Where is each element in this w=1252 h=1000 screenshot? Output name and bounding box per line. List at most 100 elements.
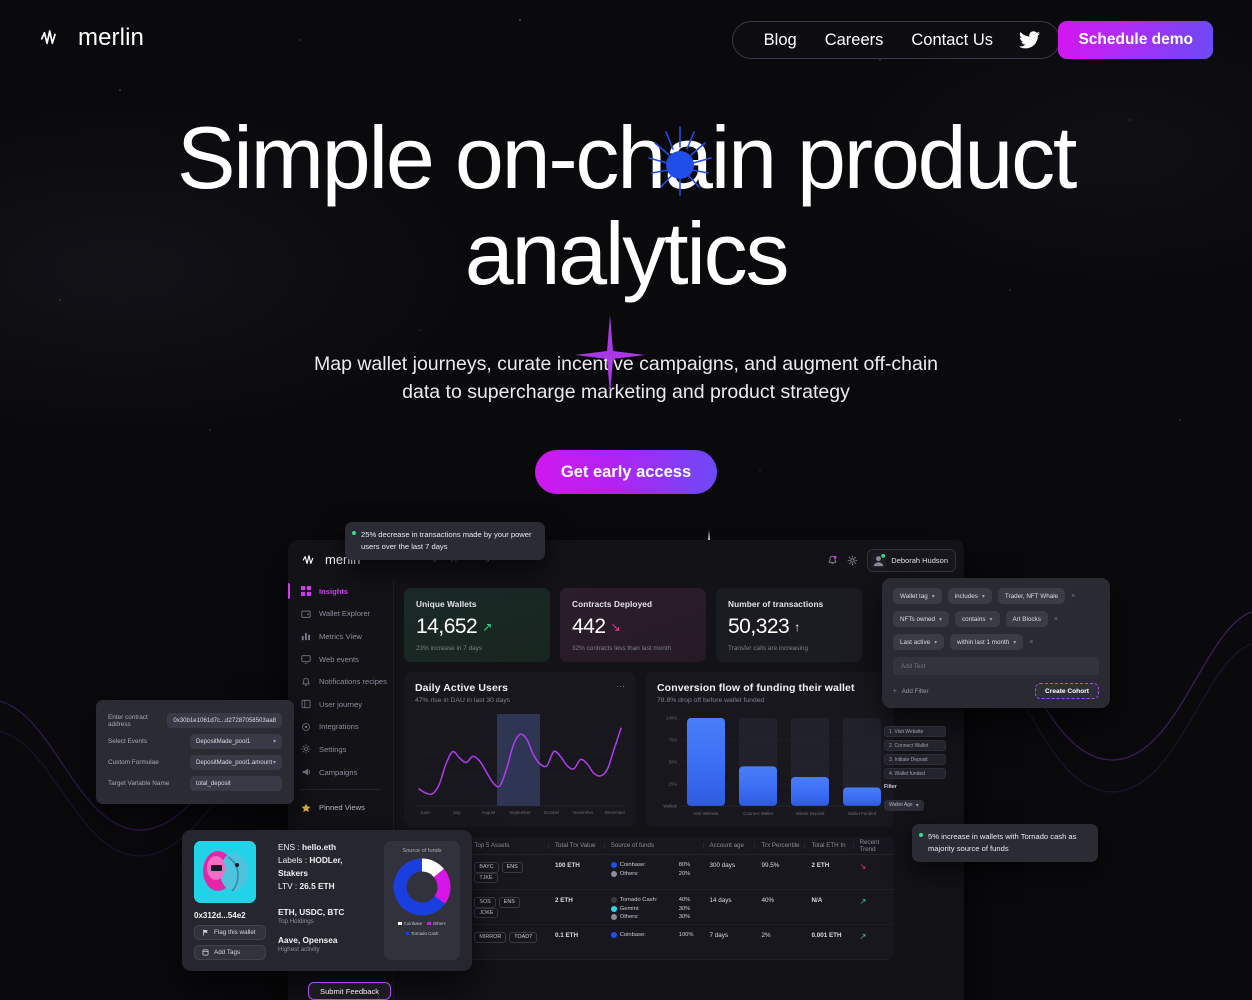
sidebar-item-settings[interactable]: Settings bbox=[288, 738, 393, 761]
sidebar-item-pinned-views[interactable]: Pinned Views bbox=[288, 796, 393, 819]
profile-chip[interactable]: Deborah Hudson bbox=[867, 549, 956, 572]
funnel-step-2[interactable]: 2. Connect Wallet bbox=[884, 740, 946, 751]
filter-field-value: Last active bbox=[900, 638, 931, 646]
remove-filter-icon[interactable]: × bbox=[1054, 616, 1058, 623]
create-cohort-button[interactable]: Create Cohort bbox=[1035, 683, 1099, 699]
filter-field-dropdown[interactable]: NFTs owned ▾ bbox=[893, 611, 950, 627]
funnel-step-4[interactable]: 4. Wallet funded bbox=[884, 768, 946, 779]
panel-menu-icon[interactable]: ⋯ bbox=[616, 681, 626, 692]
target-variable-input[interactable]: total_deposit bbox=[190, 776, 282, 791]
sidebar-item-metrics-view[interactable]: Metrics View bbox=[288, 625, 393, 648]
x-axis-label: July bbox=[453, 810, 462, 815]
sidebar-item-insights[interactable]: Insights bbox=[288, 580, 393, 603]
sidebar-item-label: User journey bbox=[319, 699, 363, 709]
merlin-wave-logo-icon-small bbox=[302, 554, 314, 564]
x-axis-label: October bbox=[544, 810, 560, 815]
kpi-card-contracts-deployed[interactable]: Contracts Deployed 442 ↘ 32% contracts l… bbox=[560, 588, 706, 662]
funnel-bar[interactable] bbox=[791, 776, 829, 806]
gear-icon bbox=[300, 744, 311, 755]
kpi-title: Contracts Deployed bbox=[572, 599, 653, 609]
kpi-value-row: 14,652 ↗ bbox=[416, 615, 538, 639]
filter-operator-value: includes bbox=[954, 592, 978, 600]
flag-wallet-button[interactable]: Flag this wallet bbox=[194, 925, 266, 940]
daily-active-users-panel: ⋯ Daily Active Users 47% rise in DAU in … bbox=[404, 672, 636, 827]
source-line: Others: 20% bbox=[610, 870, 704, 877]
filter-operator-dropdown[interactable]: within last 1 month ▾ bbox=[950, 634, 1024, 650]
funnel-bar[interactable] bbox=[739, 766, 777, 806]
sidebar-item-label: Campaigns bbox=[319, 767, 358, 777]
funnel-step-3[interactable]: 3. Initiate Deposit bbox=[884, 754, 946, 765]
sidebar-item-web-events[interactable]: Web events bbox=[288, 648, 393, 671]
add-filter-button[interactable]: + Add Filter bbox=[893, 688, 929, 695]
submit-feedback-button[interactable]: Submit Feedback bbox=[308, 982, 392, 1000]
funnel-bar[interactable] bbox=[687, 718, 725, 806]
kpi-value-row: 442 ↘ bbox=[572, 615, 694, 639]
filter-operator-dropdown[interactable]: contains ▾ bbox=[955, 611, 1000, 627]
chevron-down-icon: ▾ bbox=[931, 593, 935, 600]
add-tags-button[interactable]: Add Tags bbox=[194, 945, 266, 960]
x-axis-label: Wallet Funded bbox=[848, 811, 877, 816]
merlin-wave-logo-icon bbox=[40, 30, 56, 45]
table-cell-percentile: 99.5% bbox=[761, 862, 780, 869]
kpi-card-number-of-transactions[interactable]: Number of transactions 50,323 ↑ Transfer… bbox=[716, 588, 862, 662]
filter-field-value: Wallet tag bbox=[900, 592, 928, 600]
brand-logo[interactable]: merlin bbox=[40, 24, 144, 52]
chevron-down-icon: ▾ bbox=[1013, 639, 1017, 646]
conversion-funnel-chart: 100% 75% 50% 25% Wallets Visit Website Connec… bbox=[663, 716, 883, 816]
plug-icon bbox=[300, 721, 311, 732]
nav-careers[interactable]: Careers bbox=[811, 31, 898, 50]
nav-blog[interactable]: Blog bbox=[750, 31, 811, 50]
select-events-dropdown[interactable]: DepositMade_pool1 ▾ bbox=[190, 734, 282, 749]
source-name: Coinbase: bbox=[619, 932, 646, 938]
filter-value-chip[interactable]: Trader, NFT Whale bbox=[997, 588, 1066, 604]
filter-field-dropdown[interactable]: Wallet tag ▾ bbox=[893, 588, 942, 604]
twitter-icon[interactable] bbox=[1007, 31, 1042, 49]
filter-field-dropdown[interactable]: Last active ▾ bbox=[893, 634, 945, 650]
bell-icon[interactable] bbox=[827, 555, 838, 566]
sidebar-item-user-journey[interactable]: User journey bbox=[288, 693, 393, 716]
form-row-select-events: Select Events DepositMade_pool1 ▾ bbox=[108, 731, 282, 752]
wallet-activity-label: Highest activity bbox=[278, 946, 320, 953]
source-dot-icon bbox=[610, 914, 617, 920]
form-label: Select Events bbox=[108, 738, 148, 745]
x-axis-label: December bbox=[605, 810, 625, 815]
add-text-input[interactable]: Add Text bbox=[893, 657, 1099, 675]
filter-value-chip[interactable]: Art Blocks bbox=[1005, 611, 1048, 627]
remove-filter-icon[interactable]: × bbox=[1071, 593, 1075, 600]
wallet-info-column: ENS : hello.eth Labels : HODLer, Stakers… bbox=[278, 841, 372, 960]
table-row[interactable]: hello.eth0x9b...c29d25MIRRORTOAD70.1 ETH… bbox=[404, 925, 894, 960]
remove-filter-icon[interactable]: × bbox=[1029, 639, 1033, 646]
nav-contact-us[interactable]: Contact Us bbox=[897, 31, 1007, 50]
contract-address-input[interactable]: 0x30b1e1061d7c...d27287058503aa8 bbox=[167, 713, 282, 728]
funnel-filter-dropdown[interactable]: Wallet Age ▾ bbox=[884, 799, 924, 811]
filter-operator-dropdown[interactable]: includes ▾ bbox=[947, 588, 992, 604]
filter-field-value: NFTs owned bbox=[900, 615, 935, 623]
funnel-bar[interactable] bbox=[843, 787, 881, 806]
sidebar-item-notifications-recipes[interactable]: Notifications recipes bbox=[288, 670, 393, 693]
wallet-address: 0x312d...54e2 bbox=[194, 911, 246, 920]
table-row[interactable]: Newbie2SOSENSJOKE2 ETHTornado Cash:40%Ge… bbox=[404, 890, 894, 925]
daily-active-users-chart: June July August September October November De… bbox=[415, 714, 626, 815]
table-cell-source-of-funds: Coinbase: 100% bbox=[605, 932, 704, 941]
table-row[interactable]: NFT Whale4BAYCENSTJKE100 ETHCoinbase:80%… bbox=[404, 855, 894, 890]
source-percent: 30% bbox=[678, 914, 691, 920]
schedule-demo-button[interactable]: Schedule demo bbox=[1058, 21, 1213, 59]
chevron-down-icon: ▾ bbox=[989, 616, 993, 623]
source-percent: 30% bbox=[678, 905, 691, 912]
sidebar-item-campaigns[interactable]: Campaigns bbox=[288, 761, 393, 784]
legend-others: Others bbox=[427, 921, 446, 926]
arrow-up-icon: ↑ bbox=[794, 620, 800, 634]
source-percent: 40% bbox=[678, 897, 691, 903]
insight-toast-text: 25% decrease in transactions made by you… bbox=[361, 530, 532, 551]
funnel-step-1[interactable]: 1. Visit Website bbox=[884, 726, 946, 737]
gear-icon[interactable] bbox=[847, 555, 858, 566]
get-early-access-button[interactable]: Get early access bbox=[534, 450, 718, 494]
source-dot-icon bbox=[610, 905, 617, 912]
sidebar-item-integrations[interactable]: Integrations bbox=[288, 716, 393, 739]
table-header-percentile: Trx Percentile bbox=[755, 842, 806, 849]
sidebar-item-wallet-explorer[interactable]: Wallet Explorer bbox=[288, 603, 393, 626]
hero-title-line2: analytics bbox=[464, 204, 790, 303]
table-header-account-age: Account age bbox=[704, 842, 756, 849]
kpi-card-unique-wallets[interactable]: Unique Wallets 14,652 ↗ 23% increase in … bbox=[404, 588, 550, 662]
custom-formulae-dropdown[interactable]: DepositMade_pool1.amount ▾ bbox=[190, 755, 282, 770]
